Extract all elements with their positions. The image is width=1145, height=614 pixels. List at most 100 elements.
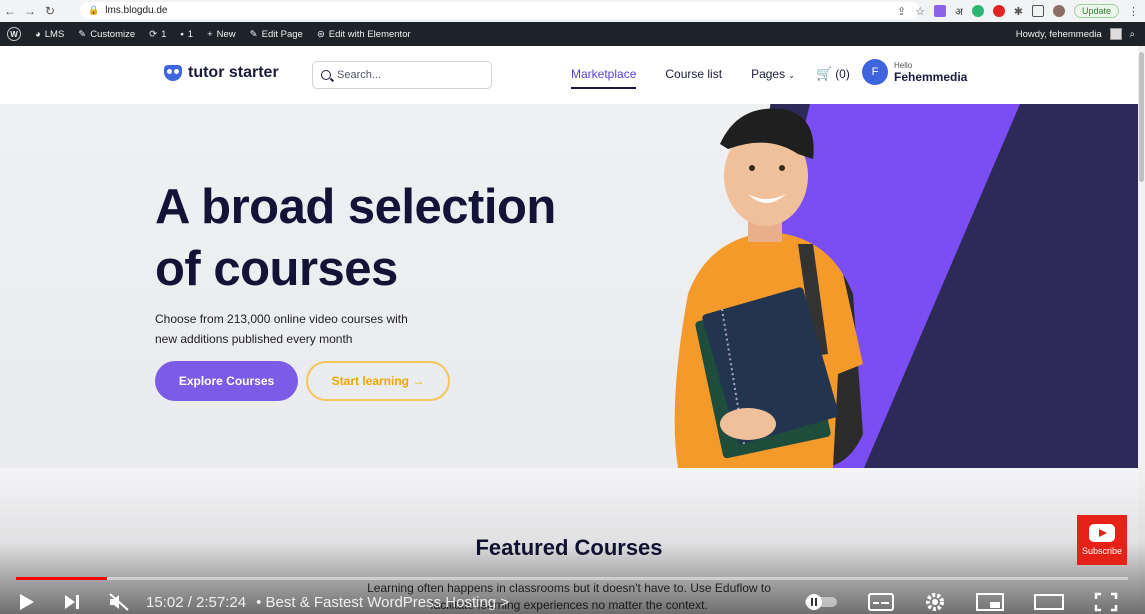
wp-site-menu[interactable]: ◕ LMS: [28, 29, 71, 40]
elementor-icon: ⊜: [316, 28, 325, 40]
browser-extensions: ⇪ ☆ अ ✱ Update ⋮: [897, 2, 1139, 20]
dashboard-icon: ◕: [35, 28, 41, 40]
hero-title: A broad selection of courses: [155, 176, 635, 300]
player-controls: 15:02 / 2:57:24 • Best & Fastest WordPre…: [16, 590, 1128, 614]
search-input[interactable]: [337, 69, 477, 81]
reload-icon[interactable]: ↻: [40, 4, 60, 18]
profile-avatar-icon[interactable]: [1052, 5, 1065, 17]
comment-icon: ▪: [180, 28, 184, 40]
wp-account[interactable]: Howdy, fehemmedia ⌕: [1016, 22, 1135, 46]
browser-toolbar: ← → ↻ 🔒 lms.blogdu.de ⇪ ☆ अ ✱ Update ⋮: [0, 0, 1145, 22]
brush-icon: ✎: [78, 28, 87, 40]
wp-comments[interactable]: ▪ 1: [173, 29, 200, 40]
wp-logo-menu[interactable]: W: [0, 27, 28, 41]
miniplayer-icon[interactable]: [976, 593, 1004, 611]
cart-icon: 🛒: [816, 66, 833, 81]
nav-course-list[interactable]: Course list: [665, 67, 722, 81]
scrollbar-thumb[interactable]: [1139, 52, 1144, 182]
sidepanel-icon[interactable]: [1031, 5, 1044, 17]
hero-subtitle: Choose from 213,000 online video courses…: [155, 309, 455, 349]
subtitles-icon[interactable]: [868, 593, 894, 611]
student-photo: [674, 108, 863, 468]
back-icon[interactable]: ←: [0, 4, 20, 18]
update-button[interactable]: Update: [1073, 4, 1119, 18]
extension-translate-icon[interactable]: अ: [955, 4, 963, 18]
featured-title: Featured Courses: [475, 535, 663, 560]
wp-customize[interactable]: ✎ Customize: [71, 29, 142, 40]
wp-updates[interactable]: ⟳ 1: [142, 29, 173, 40]
wp-updates-count: 1: [161, 28, 167, 40]
wp-customize-label: Customize: [90, 28, 136, 40]
player-right-controls: [804, 590, 1118, 614]
cart-count: (0): [835, 67, 850, 81]
user-menu[interactable]: F Hello Fehemmedia: [862, 59, 967, 85]
site-header: tutor starter Marketplace Course list Pa…: [0, 46, 1145, 104]
screen: ← → ↻ 🔒 lms.blogdu.de ⇪ ☆ अ ✱ Update ⋮ W…: [0, 0, 1145, 614]
site-logo[interactable]: tutor starter: [164, 64, 279, 82]
video-chapter-title[interactable]: • Best & Fastest WordPress Hosting >: [256, 594, 509, 611]
wordpress-icon: W: [7, 27, 21, 41]
wp-user-avatar: [1109, 28, 1122, 40]
plus-icon: +: [207, 28, 213, 40]
chevron-down-icon: ⌄: [788, 71, 795, 80]
bookmark-star-icon[interactable]: ☆: [915, 5, 925, 18]
video-time: 15:02 / 2:57:24: [146, 593, 247, 611]
extension-green-icon[interactable]: [971, 5, 984, 17]
user-info: Hello Fehemmedia: [894, 61, 967, 84]
wp-edit-elementor-label: Edit with Elementor: [328, 28, 411, 40]
avatar: F: [862, 59, 888, 85]
address-bar[interactable]: 🔒 lms.blogdu.de: [80, 2, 920, 19]
url-text: lms.blogdu.de: [105, 5, 168, 16]
wp-comments-count: 1: [187, 28, 194, 40]
subscribe-button[interactable]: Subscribe: [1077, 515, 1127, 565]
mute-icon[interactable]: [108, 592, 130, 612]
share-icon[interactable]: ⇪: [897, 5, 906, 18]
hero-title-line2: of courses: [155, 242, 398, 296]
wp-edit-page[interactable]: ✎ Edit Page: [243, 29, 310, 40]
settings-gear-icon[interactable]: [924, 591, 946, 613]
nav-marketplace[interactable]: Marketplace: [571, 67, 637, 89]
video-progress-bar[interactable]: [16, 577, 1128, 580]
lock-icon: 🔒: [88, 5, 100, 15]
wp-edit-page-label: Edit Page: [261, 28, 303, 40]
wp-greeting: Howdy, fehemmedia: [1015, 28, 1102, 40]
cart-button[interactable]: 🛒 (0): [816, 66, 850, 82]
extension-opera-icon[interactable]: [992, 5, 1005, 17]
wp-site-label: LMS: [44, 28, 65, 40]
updates-icon: ⟳: [149, 28, 158, 40]
search-icon: [321, 70, 331, 80]
user-hello: Hello: [894, 60, 913, 70]
autoplay-toggle-icon[interactable]: [804, 594, 838, 610]
pencil-icon: ✎: [249, 28, 258, 40]
hero-subtitle-line1: Choose from 213,000 online video courses…: [155, 312, 408, 326]
search-box: [312, 61, 492, 89]
subscribe-label: Subscribe: [1081, 546, 1123, 556]
fullscreen-icon[interactable]: [1094, 592, 1118, 612]
progress-played: [16, 577, 108, 580]
hero-section: A broad selection of courses Choose from…: [0, 104, 1138, 468]
youtube-icon: [1089, 524, 1115, 542]
main-nav: Marketplace Course list Pages ⌄: [571, 67, 795, 89]
wp-new[interactable]: + New: [200, 29, 243, 40]
owl-logo-icon: [164, 65, 182, 81]
page-scrollbar[interactable]: [1138, 46, 1145, 614]
wp-search-icon[interactable]: ⌕: [1130, 29, 1135, 40]
more-menu-icon[interactable]: ⋮: [1128, 5, 1139, 18]
wp-edit-elementor[interactable]: ⊜ Edit with Elementor: [310, 29, 418, 40]
extensions-puzzle-icon[interactable]: ✱: [1014, 5, 1023, 18]
explore-courses-button[interactable]: Explore Courses: [155, 361, 298, 401]
next-icon[interactable]: [62, 592, 82, 612]
wp-new-label: New: [216, 28, 236, 40]
start-learning-button[interactable]: Start learning →: [306, 361, 450, 401]
user-name: Fehemmedia: [894, 69, 968, 84]
theater-mode-icon[interactable]: [1034, 593, 1064, 611]
nav-pages[interactable]: Pages ⌄: [751, 67, 795, 81]
hero-subtitle-line2: new additions published every month: [155, 332, 353, 346]
wp-admin-bar: W ◕ LMS ✎ Customize ⟳ 1 ▪ 1 + New ✎ Edit…: [0, 22, 1145, 46]
nav-pages-label: Pages: [751, 67, 786, 81]
forward-icon[interactable]: →: [20, 4, 40, 18]
hero-title-line1: A broad selection: [155, 180, 556, 234]
extension-pen-icon[interactable]: [934, 5, 947, 17]
play-icon[interactable]: [16, 592, 36, 612]
logo-text: tutor starter: [188, 64, 279, 81]
